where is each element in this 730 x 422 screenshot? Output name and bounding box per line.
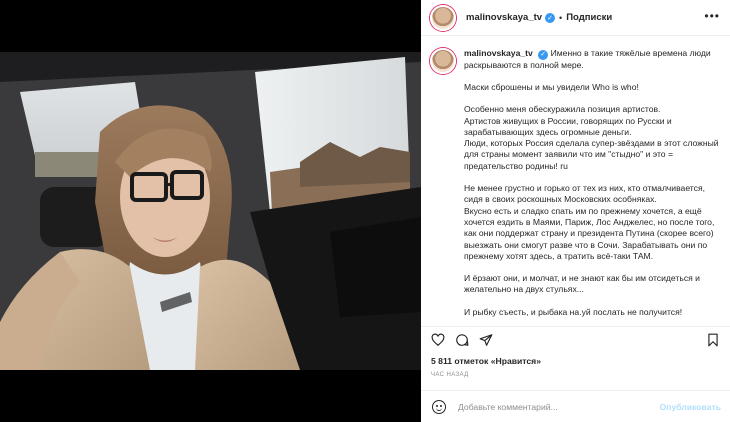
caption-line: раскрываются в полной мере.	[464, 59, 584, 70]
comment-bar: Опубликовать	[421, 390, 730, 422]
caption-line: Маски сброшены и мы увидели Who is who!	[464, 81, 639, 92]
caption-paragraph: И рыбку съесть, и рыбака на.уй послать н…	[464, 307, 720, 318]
comment-input[interactable]	[458, 401, 658, 412]
heart-icon[interactable]	[431, 333, 445, 347]
caption-line: для страны момент заявили что им "стыдно…	[464, 149, 673, 160]
post-sidebar: malinovskaya_tv ✓ • Подписки ••• malinov…	[421, 0, 730, 422]
publish-button[interactable]: Опубликовать	[660, 402, 721, 412]
selfie-image	[0, 52, 421, 370]
caption-line: предательство родины! ru	[464, 160, 568, 171]
caption-line: выезжать они смогут разве что в Сочи. За…	[464, 239, 708, 250]
verified-badge-icon: ✓	[538, 49, 549, 60]
likes-label: Нравится	[495, 356, 537, 366]
more-options-icon[interactable]: •••	[704, 10, 720, 22]
verified-badge-icon: ✓	[545, 12, 556, 23]
caption-line: зарабатывающих здесь огромные деньги.	[464, 126, 632, 137]
caption-text: malinovskaya_tv ✓ Именно в такие тяжёлые…	[464, 48, 720, 318]
share-icon[interactable]	[479, 333, 493, 347]
emoji-icon[interactable]	[432, 399, 446, 414]
avatar[interactable]	[430, 4, 456, 31]
caption-line: сидя в своих роскошных Московских особня…	[464, 194, 657, 205]
caption-paragraph: Не менее грустно и горько от тех из них,…	[464, 183, 720, 262]
caption-line: Артистов живущих в России, говорящих по …	[464, 115, 672, 126]
likes-number: 5 811	[431, 356, 453, 366]
caption-username[interactable]: malinovskaya_tv	[464, 48, 533, 58]
post-timestamp[interactable]: ЧАС НАЗАД	[431, 372, 469, 378]
caption-line: И рыбку съесть, и рыбака на.уй послать н…	[464, 306, 683, 317]
caption-paragraph: Особенно меня обескуражила позиция артис…	[464, 104, 720, 172]
comment-icon[interactable]	[455, 333, 469, 347]
caption-line: Именно в такие тяжёлые времена люди	[550, 48, 711, 58]
caption-row: malinovskaya_tv ✓ Именно в такие тяжёлые…	[430, 48, 720, 318]
bookmark-icon[interactable]	[706, 333, 720, 347]
caption-paragraph: Маски сброшены и мы увидели Who is who!	[464, 82, 720, 93]
post-actions	[421, 326, 730, 352]
caption-line: Не менее грустно и горько от тех из них,…	[464, 183, 705, 194]
caption-line: Особенно меня обескуражила позиция артис…	[464, 104, 661, 115]
caption-line: Люди, которых Россия сделала супер-звёзд…	[464, 138, 719, 149]
post-photo[interactable]	[0, 52, 421, 370]
caption-line: как они поддержат страну и президента Пу…	[464, 228, 714, 239]
likes-count[interactable]: 5 811 отметок «Нравится»	[431, 356, 541, 366]
caption-area: malinovskaya_tv ✓ Именно в такие тяжёлые…	[421, 37, 730, 326]
caption-line: хочется ездить в Маями, Париж, Лос Андже…	[464, 216, 715, 227]
separator-dot: •	[559, 12, 563, 23]
caption-line: Вкусно есть и сладко спать им по прежнем…	[464, 205, 702, 216]
caption-paragraph: И ёрзают они, и молчат, и не знают как б…	[464, 273, 720, 296]
photo-pane	[0, 0, 421, 422]
likes-text-end: »	[536, 356, 541, 366]
caption-avatar[interactable]	[430, 48, 456, 74]
follow-button[interactable]: Подписки	[566, 12, 612, 23]
caption-paragraph: malinovskaya_tv ✓ Именно в такие тяжёлые…	[464, 48, 720, 71]
caption-line: желательно на двух стульях...	[464, 284, 584, 295]
caption-line: И ёрзают они, и молчат, и не знают как б…	[464, 273, 700, 284]
caption-line: прежнему хотят здесь, а тратить всё-таки…	[464, 250, 654, 261]
post-header: malinovskaya_tv ✓ • Подписки •••	[421, 0, 730, 36]
header-username[interactable]: malinovskaya_tv	[466, 12, 542, 23]
likes-text: отметок «	[452, 356, 496, 366]
